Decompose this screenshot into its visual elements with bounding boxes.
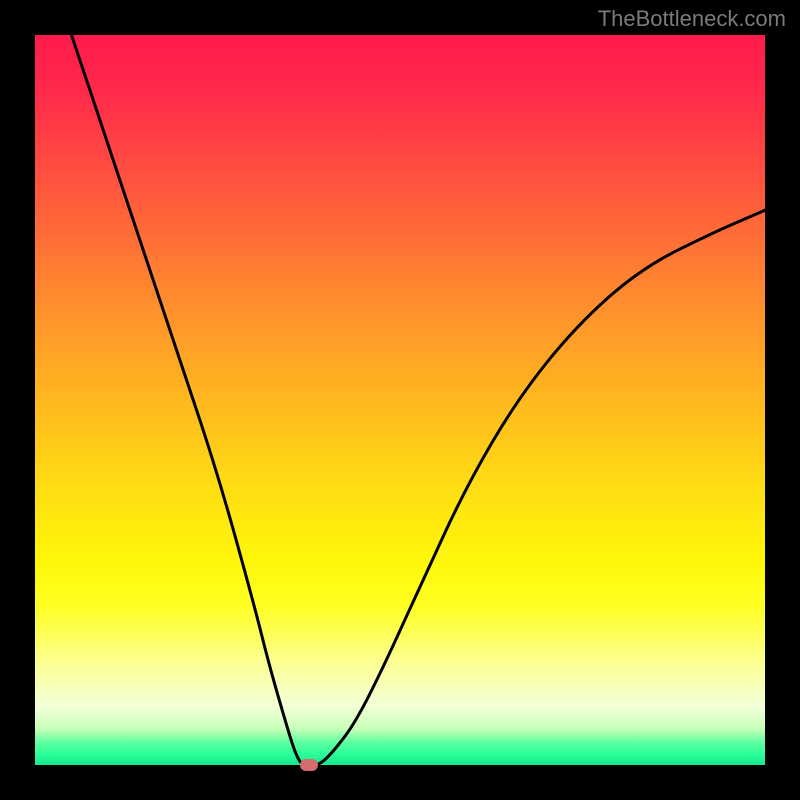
chart-outer <box>0 0 800 800</box>
chart-marker <box>300 759 318 771</box>
watermark-text: TheBottleneck.com <box>598 6 786 32</box>
curve-path <box>72 35 766 765</box>
chart-curve <box>35 35 765 765</box>
chart-plot-area <box>35 35 765 765</box>
